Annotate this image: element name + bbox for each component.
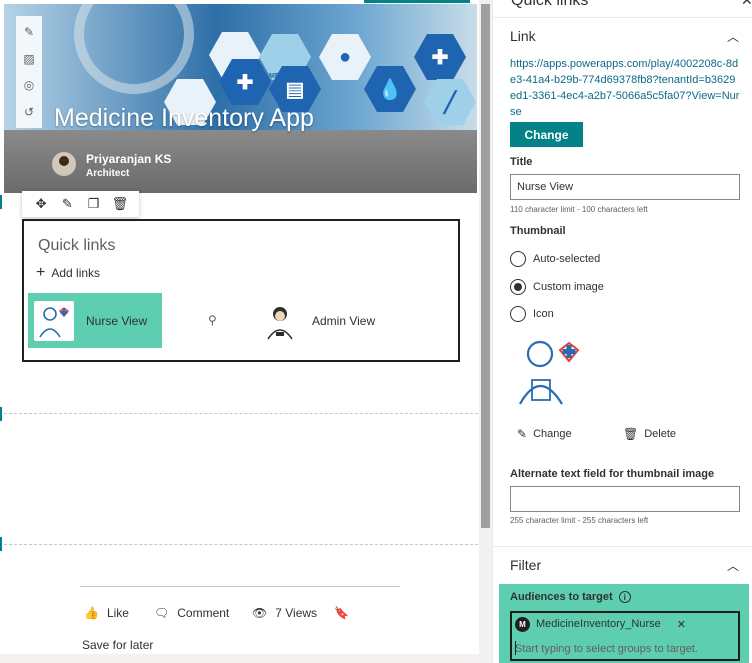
alt-text-label: Alternate text field for thumbnail image xyxy=(510,468,715,480)
filter-group-title[interactable]: Filter xyxy=(510,557,541,573)
thumbnail-delete-button[interactable]: 🗑 Delete xyxy=(623,427,676,441)
radio-circle[interactable] xyxy=(510,306,526,322)
reset-icon[interactable]: ↺ xyxy=(20,103,38,121)
audience-picker[interactable]: M MedicineInventory_Nurse ✕ xyxy=(510,611,740,661)
link-url: https://apps.powerapps.com/play/4002208c… xyxy=(510,58,740,118)
audience-chip[interactable]: M MedicineInventory_Nurse ✕ xyxy=(515,616,686,632)
duplicate-icon[interactable]: ❐ xyxy=(84,194,104,214)
thumbs-up-icon: 👍 xyxy=(84,606,99,620)
webpart-toolbar: ✥ ✎ ❐ 🗑 xyxy=(22,191,139,217)
quick-links-webpart[interactable]: Quick links + Add links Nurse View ⚲ Adm… xyxy=(22,219,460,362)
title-hint: 110 character limit - 100 characters lef… xyxy=(510,205,648,214)
views-label: 7 Views xyxy=(275,606,318,620)
audiences-label: Audiences to target i xyxy=(510,591,631,603)
page-title[interactable]: Medicine Inventory App xyxy=(54,104,314,133)
quick-links-title[interactable]: Quick links xyxy=(38,237,115,255)
eye-icon: 👁 xyxy=(252,606,268,620)
property-pane: Quick links ✕ Link ︿ https://apps.powera… xyxy=(492,0,752,663)
thumbnail-change-button[interactable]: ✎ Change xyxy=(517,427,572,441)
pane-divider xyxy=(493,17,752,18)
section-divider xyxy=(4,544,478,545)
medical-kit-icon: ✚ xyxy=(414,34,466,80)
like-label: Like xyxy=(106,606,129,620)
doctor-icon: ● xyxy=(319,34,371,80)
title-field-label: Title xyxy=(510,156,533,168)
thumbnail-label: Thumbnail xyxy=(510,225,566,237)
trash-icon: 🗑 xyxy=(623,427,639,441)
section-divider xyxy=(4,413,478,414)
radio-label: Auto-selected xyxy=(533,253,601,265)
move-icon[interactable]: ✥ xyxy=(31,194,51,214)
alt-text-input[interactable] xyxy=(510,486,740,512)
page-footer xyxy=(0,654,480,663)
section-marker xyxy=(0,195,2,209)
hero-edit-toolbar: ✎ ▨ ◎ ↺ xyxy=(16,16,42,128)
focal-point-icon[interactable]: ◎ xyxy=(20,76,38,94)
pencil-icon: ✎ xyxy=(517,427,528,441)
add-links-label: Add links xyxy=(51,266,101,280)
info-icon[interactable]: i xyxy=(618,591,631,603)
audience-targeting-icon: ⚲ xyxy=(208,313,217,327)
author-avatar xyxy=(52,152,76,176)
quick-link-admin-view[interactable]: Admin View xyxy=(254,293,394,348)
radio-circle-checked[interactable] xyxy=(510,279,526,295)
edit-pencil-icon[interactable]: ✎ xyxy=(57,194,77,214)
page-canvas: ✚ MEDICAL ▤ ● 💧 ✚ ╱ ✎ ▨ ◎ ↺ Medicine Inv… xyxy=(0,0,492,663)
remove-chip-icon[interactable]: ✕ xyxy=(677,618,686,631)
comment-button[interactable]: 🗨 Comment xyxy=(154,606,229,620)
bookmark-button[interactable]: 🔖 xyxy=(334,606,349,620)
audiences-label-text: Audiences to target xyxy=(510,591,613,603)
views-count: 👁 7 Views xyxy=(252,606,317,620)
stethoscope-graphic xyxy=(74,4,194,94)
trash-icon[interactable]: 🗑 xyxy=(110,194,130,214)
section-marker xyxy=(0,537,2,551)
text-cursor xyxy=(515,641,516,655)
close-icon[interactable]: ✕ xyxy=(741,0,752,9)
quick-link-label: Admin View xyxy=(312,313,376,328)
hero-banner[interactable]: ✚ MEDICAL ▤ ● 💧 ✚ ╱ ✎ ▨ ◎ ↺ Medicine Inv… xyxy=(4,4,477,193)
radio-custom-image[interactable]: Custom image xyxy=(510,279,604,295)
thumbnail-delete-label: Delete xyxy=(644,428,677,440)
alt-text-hint: 255 character limit - 255 characters lef… xyxy=(510,516,649,525)
radio-auto-selected[interactable]: Auto-selected xyxy=(510,251,600,267)
link-group-title[interactable]: Link xyxy=(510,28,536,44)
radio-circle[interactable] xyxy=(510,251,526,267)
radio-label: Custom image xyxy=(533,281,604,293)
social-divider xyxy=(80,586,400,587)
add-links-button[interactable]: + Add links xyxy=(36,265,100,281)
drops-icon: 💧 xyxy=(364,66,416,112)
comment-label: Comment xyxy=(177,606,230,620)
radio-icon[interactable]: Icon xyxy=(510,306,554,322)
chip-label: MedicineInventory_Nurse xyxy=(536,618,661,630)
app-root: ✚ MEDICAL ▤ ● 💧 ✚ ╱ ✎ ▨ ◎ ↺ Medicine Inv… xyxy=(0,0,752,663)
plus-icon: + xyxy=(36,264,46,281)
chevron-up-icon[interactable]: ︿ xyxy=(727,557,739,574)
like-button[interactable]: 👍 Like xyxy=(84,606,129,620)
change-link-button[interactable]: Change xyxy=(510,122,583,147)
title-input[interactable]: Nurse View xyxy=(510,174,740,200)
admin-thumbnail-icon xyxy=(260,300,300,341)
canvas-scrollbar-thumb[interactable] xyxy=(481,4,490,528)
pencil-icon[interactable]: ✎ xyxy=(20,23,38,41)
pane-divider xyxy=(493,546,752,547)
chevron-up-icon[interactable]: ︿ xyxy=(727,28,739,45)
nurse-thumbnail-icon xyxy=(34,300,74,341)
syringe-icon: ╱ xyxy=(424,79,476,125)
section-marker xyxy=(0,407,2,421)
thumbnail-change-label: Change xyxy=(533,428,572,440)
chip-avatar: M xyxy=(515,616,530,632)
author-role: Architect xyxy=(86,168,130,179)
quick-link-label: Nurse View xyxy=(86,313,148,328)
top-accent-bar xyxy=(364,0,470,3)
quick-link-nurse-view[interactable]: Nurse View xyxy=(28,293,162,348)
audience-search-input[interactable] xyxy=(515,641,735,657)
comment-icon: 🗨 xyxy=(154,606,170,620)
thumbnail-preview-image xyxy=(510,328,591,409)
author-name: Priyaranjan KS xyxy=(86,152,172,166)
bookmark-icon: 🔖 xyxy=(334,606,349,620)
radio-label: Icon xyxy=(533,308,554,320)
pane-title: Quick links xyxy=(511,0,589,9)
image-icon[interactable]: ▨ xyxy=(20,50,38,68)
save-for-later-link[interactable]: Save for later xyxy=(82,638,153,652)
